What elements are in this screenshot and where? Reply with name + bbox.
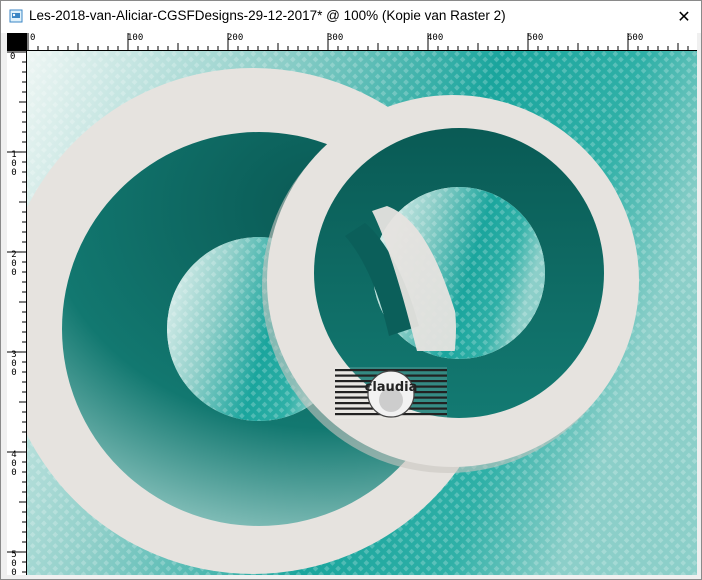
ruler-top-label: 600 <box>627 33 644 43</box>
ruler-top-label: 200 <box>227 33 244 43</box>
ruler-left-label: 300 <box>10 351 18 378</box>
image-document-icon <box>9 9 23 23</box>
right-ring-band <box>27 51 697 575</box>
vertical-ruler-ticks <box>7 51 27 573</box>
watermark: claudia <box>335 367 447 419</box>
ruler-top-label: 300 <box>327 33 344 43</box>
vertical-ruler[interactable]: 0 100 200 300 400 500 <box>7 51 27 578</box>
ruler-left-label-text: 500 <box>11 550 17 578</box>
window-title: Les-2018-van-Aliciar-CGSFDesigns-29-12-2… <box>29 8 506 23</box>
window-frame-bottom <box>7 575 697 579</box>
ruler-left-label-text: 200 <box>11 250 17 278</box>
close-button[interactable]: ✕ <box>671 3 697 29</box>
ruler-top-label: 400 <box>427 33 444 43</box>
ruler-left-label-text: 100 <box>11 150 17 178</box>
ruler-left-label: 500 <box>10 551 18 578</box>
ruler-top-label: 100 <box>127 33 144 43</box>
ruler-left-label: 400 <box>10 451 18 478</box>
ruler-top-label: 0 <box>30 33 36 43</box>
image-window: Les-2018-van-Aliciar-CGSFDesigns-29-12-2… <box>0 0 702 580</box>
ruler-top-label: 500 <box>527 33 544 43</box>
title-bar[interactable]: Les-2018-van-Aliciar-CGSFDesigns-29-12-2… <box>1 1 701 33</box>
window-frame-right <box>697 33 701 579</box>
ruler-left-label-text: 400 <box>11 450 17 478</box>
ruler-left-label: 200 <box>10 251 18 278</box>
watermark-text: claudia <box>365 380 418 395</box>
close-icon: ✕ <box>677 6 691 26</box>
image-canvas[interactable]: claudia <box>27 51 697 575</box>
ruler-left-label-text: 300 <box>11 350 17 378</box>
ruler-left-label: 100 <box>10 151 18 178</box>
artwork: claudia <box>27 51 697 575</box>
horizontal-ruler[interactable]: 0 100 200 300 400 500 600 <box>27 33 697 51</box>
ruler-left-label: 0 <box>10 52 16 62</box>
ruler-corner[interactable] <box>7 33 27 51</box>
